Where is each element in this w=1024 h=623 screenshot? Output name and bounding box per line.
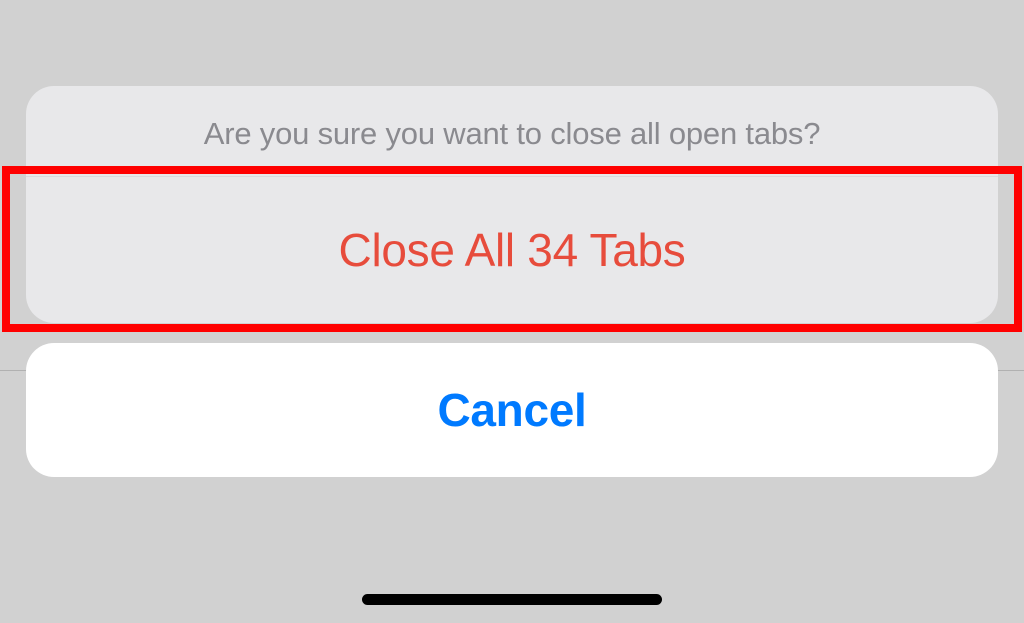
destructive-row: Close All 34 Tabs [26, 176, 998, 323]
action-sheet: Are you sure you want to close all open … [26, 86, 998, 323]
cancel-sheet: Cancel [26, 343, 998, 477]
close-all-tabs-button[interactable]: Close All 34 Tabs [26, 177, 998, 323]
action-sheet-prompt: Are you sure you want to close all open … [26, 86, 998, 176]
cancel-button[interactable]: Cancel [26, 343, 998, 477]
home-indicator[interactable] [362, 594, 662, 605]
action-sheet-container: Are you sure you want to close all open … [26, 86, 998, 477]
